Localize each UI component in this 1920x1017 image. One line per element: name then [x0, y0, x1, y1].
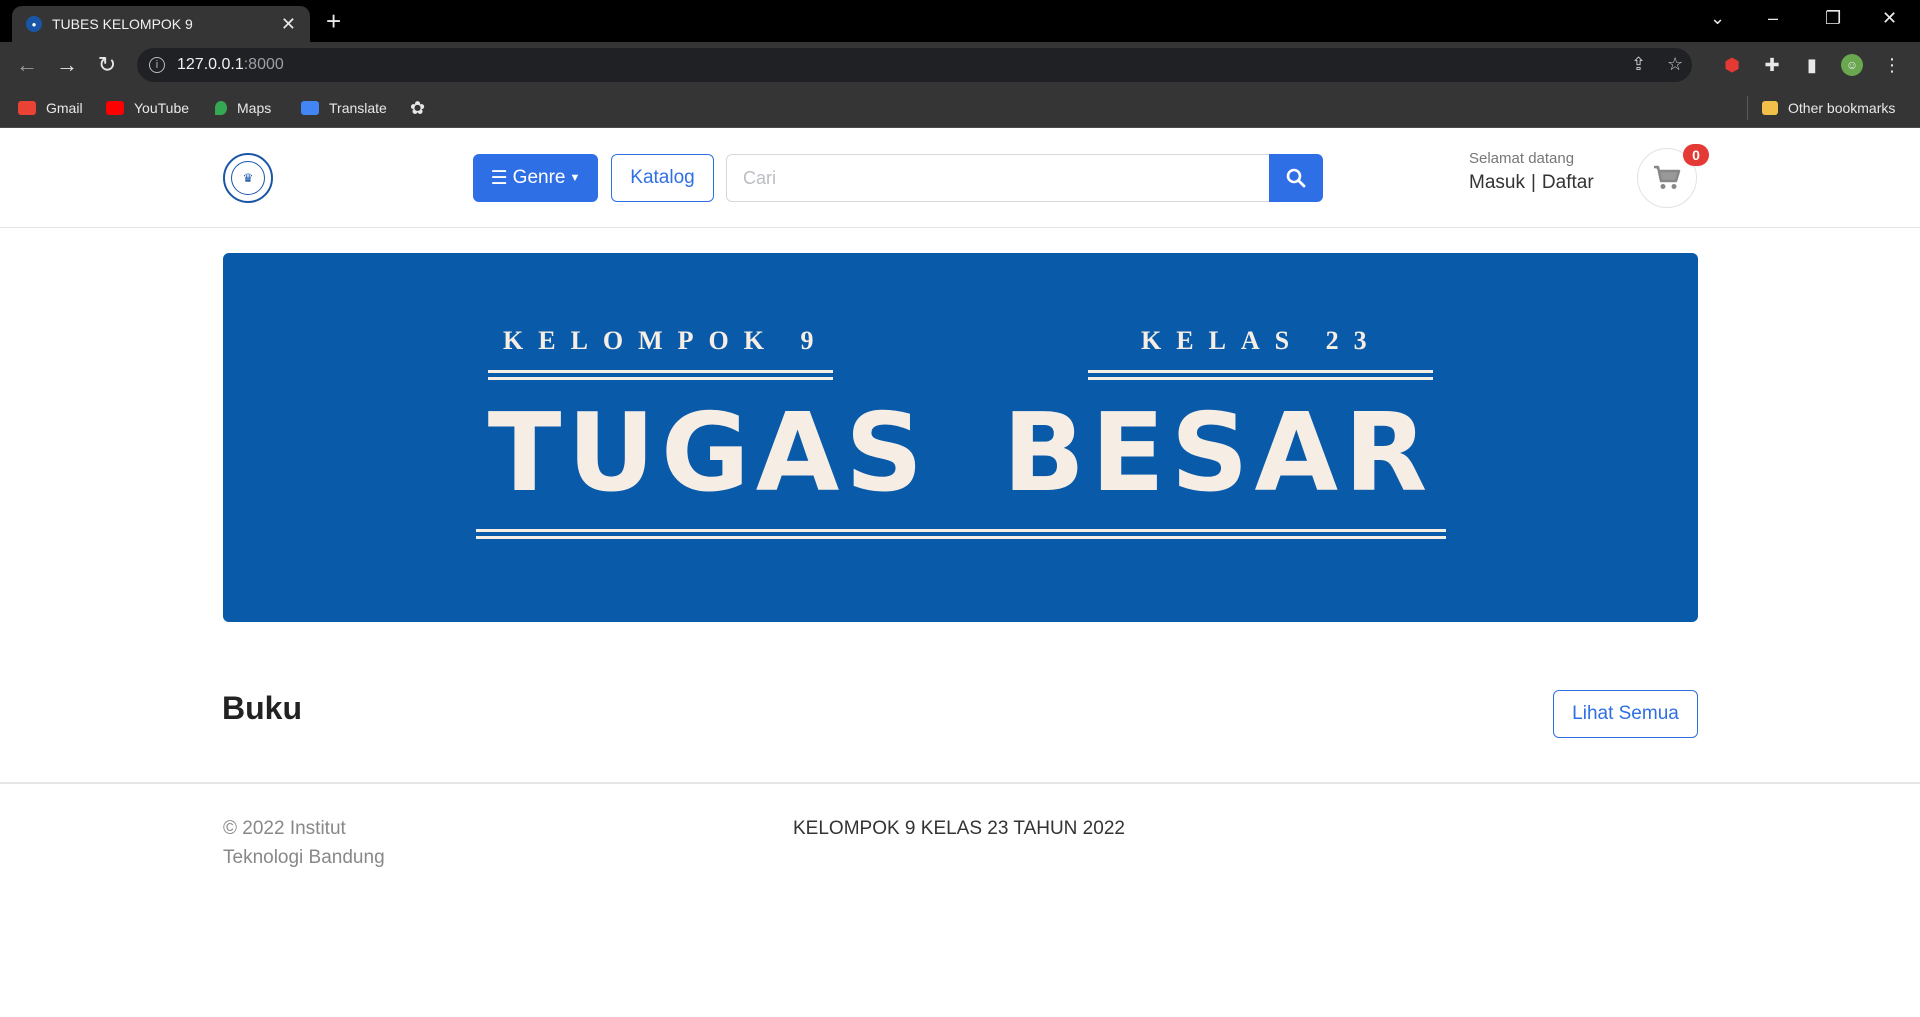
other-bookmarks[interactable]: Other bookmarks: [1762, 96, 1895, 120]
close-tab-icon[interactable]: ✕: [281, 15, 296, 33]
bookmark-apps[interactable]: ✿: [410, 96, 425, 120]
hero-banner: KELOMPOK 9 KELAS 23 TUGAS BESAR: [223, 253, 1698, 622]
maps-icon: [215, 101, 227, 115]
bookmark-divider: [1747, 96, 1748, 120]
see-all-button[interactable]: Lihat Semua: [1553, 690, 1698, 738]
caret-down-icon: ▼: [569, 172, 581, 184]
bookmark-star-icon[interactable]: ☆: [1667, 54, 1683, 75]
other-bookmarks-label: Other bookmarks: [1788, 100, 1896, 116]
youtube-icon: [106, 101, 124, 115]
banner-rule-right: [1088, 370, 1433, 380]
browser-toolbar: ← → ↻ i 127.0.0.1:8000 ⇪ ☆ ⬢ ✚ ▮ ☺ ⋮: [0, 42, 1920, 88]
extensions-puzzle-icon[interactable]: ✚: [1761, 54, 1783, 76]
bookmark-maps[interactable]: Maps: [215, 96, 271, 120]
url-port: :8000: [243, 56, 284, 73]
search-input[interactable]: [726, 154, 1270, 202]
cart-count-badge: 0: [1683, 144, 1709, 166]
browser-tab[interactable]: ● TUBES KELOMPOK 9 ✕: [12, 6, 310, 42]
extension-shield-icon[interactable]: ⬢: [1721, 54, 1743, 76]
forward-icon[interactable]: →: [53, 51, 81, 79]
new-tab-icon[interactable]: +: [326, 8, 341, 34]
share-icon[interactable]: ⇪: [1631, 54, 1646, 75]
auth-links: Masuk | Daftar: [1469, 172, 1594, 194]
search-icon: [1286, 168, 1306, 188]
folder-icon: [1762, 101, 1778, 115]
genre-label: Genre: [512, 167, 566, 188]
gmail-icon: [18, 101, 36, 115]
footer-credit: KELOMPOK 9 KELAS 23 TAHUN 2022: [793, 818, 1125, 839]
minimize-icon[interactable]: –: [1768, 8, 1778, 29]
site-footer: © 2022 Institut Teknologi Bandung KELOMP…: [0, 782, 1920, 1017]
katalog-button[interactable]: Katalog: [611, 154, 714, 202]
register-link[interactable]: Daftar: [1542, 172, 1594, 194]
banner-title: TUGAS BESAR: [487, 391, 1434, 516]
banner-subtitle-left: KELOMPOK 9: [503, 326, 829, 355]
profile-avatar[interactable]: ☺: [1841, 54, 1863, 76]
banner-subtitle-right: KELAS 23: [1141, 326, 1382, 355]
copyright-text: © 2022 Institut Teknologi Bandung: [223, 818, 385, 868]
banner-rule-left: [488, 370, 833, 380]
site-info-icon[interactable]: i: [149, 57, 165, 73]
bookmark-label: Translate: [329, 100, 387, 116]
genre-dropdown-button[interactable]: ☰ Genre ▼: [473, 154, 598, 202]
itb-logo[interactable]: ♛: [223, 153, 273, 203]
reload-icon[interactable]: ↻: [93, 51, 121, 79]
welcome-text: Selamat datang: [1469, 150, 1575, 167]
bookmark-youtube[interactable]: YouTube: [106, 96, 189, 120]
browser-tab-strip: ● TUBES KELOMPOK 9 ✕ + ⌄ – ❐ ✕: [0, 0, 1920, 42]
login-link[interactable]: Masuk: [1469, 172, 1525, 194]
restore-icon[interactable]: ❐: [1825, 8, 1841, 29]
cart-icon: [1654, 165, 1681, 189]
site-navbar: ♛ ☰ Genre ▼ Katalog Selamat datang Masuk…: [0, 128, 1920, 228]
tab-search-icon[interactable]: ⌄: [1710, 8, 1725, 29]
search-button[interactable]: [1269, 154, 1323, 202]
bookmark-label: YouTube: [134, 100, 190, 116]
hamburger-icon: ☰: [490, 167, 508, 189]
bookmarks-bar: Gmail YouTube Maps Translate ✿ Other boo…: [0, 88, 1920, 128]
translate-icon: [301, 101, 319, 115]
back-icon[interactable]: ←: [13, 51, 41, 79]
tab-title: TUBES KELOMPOK 9: [52, 16, 193, 32]
menu-dots-icon[interactable]: ⋮: [1881, 54, 1903, 76]
bookmark-label: Gmail: [46, 100, 83, 116]
auth-separator: |: [1530, 172, 1536, 193]
bookmark-translate[interactable]: Translate: [301, 96, 387, 120]
side-panel-icon[interactable]: ▮: [1801, 54, 1823, 76]
section-title: Buku: [222, 690, 302, 726]
bookmark-label: Maps: [237, 100, 272, 116]
logo-emblem-icon: ♛: [231, 161, 265, 195]
favicon-icon: ●: [26, 16, 42, 32]
bookmark-gmail[interactable]: Gmail: [18, 96, 83, 120]
apps-flower-icon: ✿: [410, 97, 426, 118]
address-bar[interactable]: i 127.0.0.1:8000 ⇪ ☆: [137, 48, 1692, 82]
banner-rule-bottom: [476, 529, 1446, 539]
url-host: 127.0.0.1: [177, 56, 244, 73]
close-window-icon[interactable]: ✕: [1882, 8, 1897, 29]
